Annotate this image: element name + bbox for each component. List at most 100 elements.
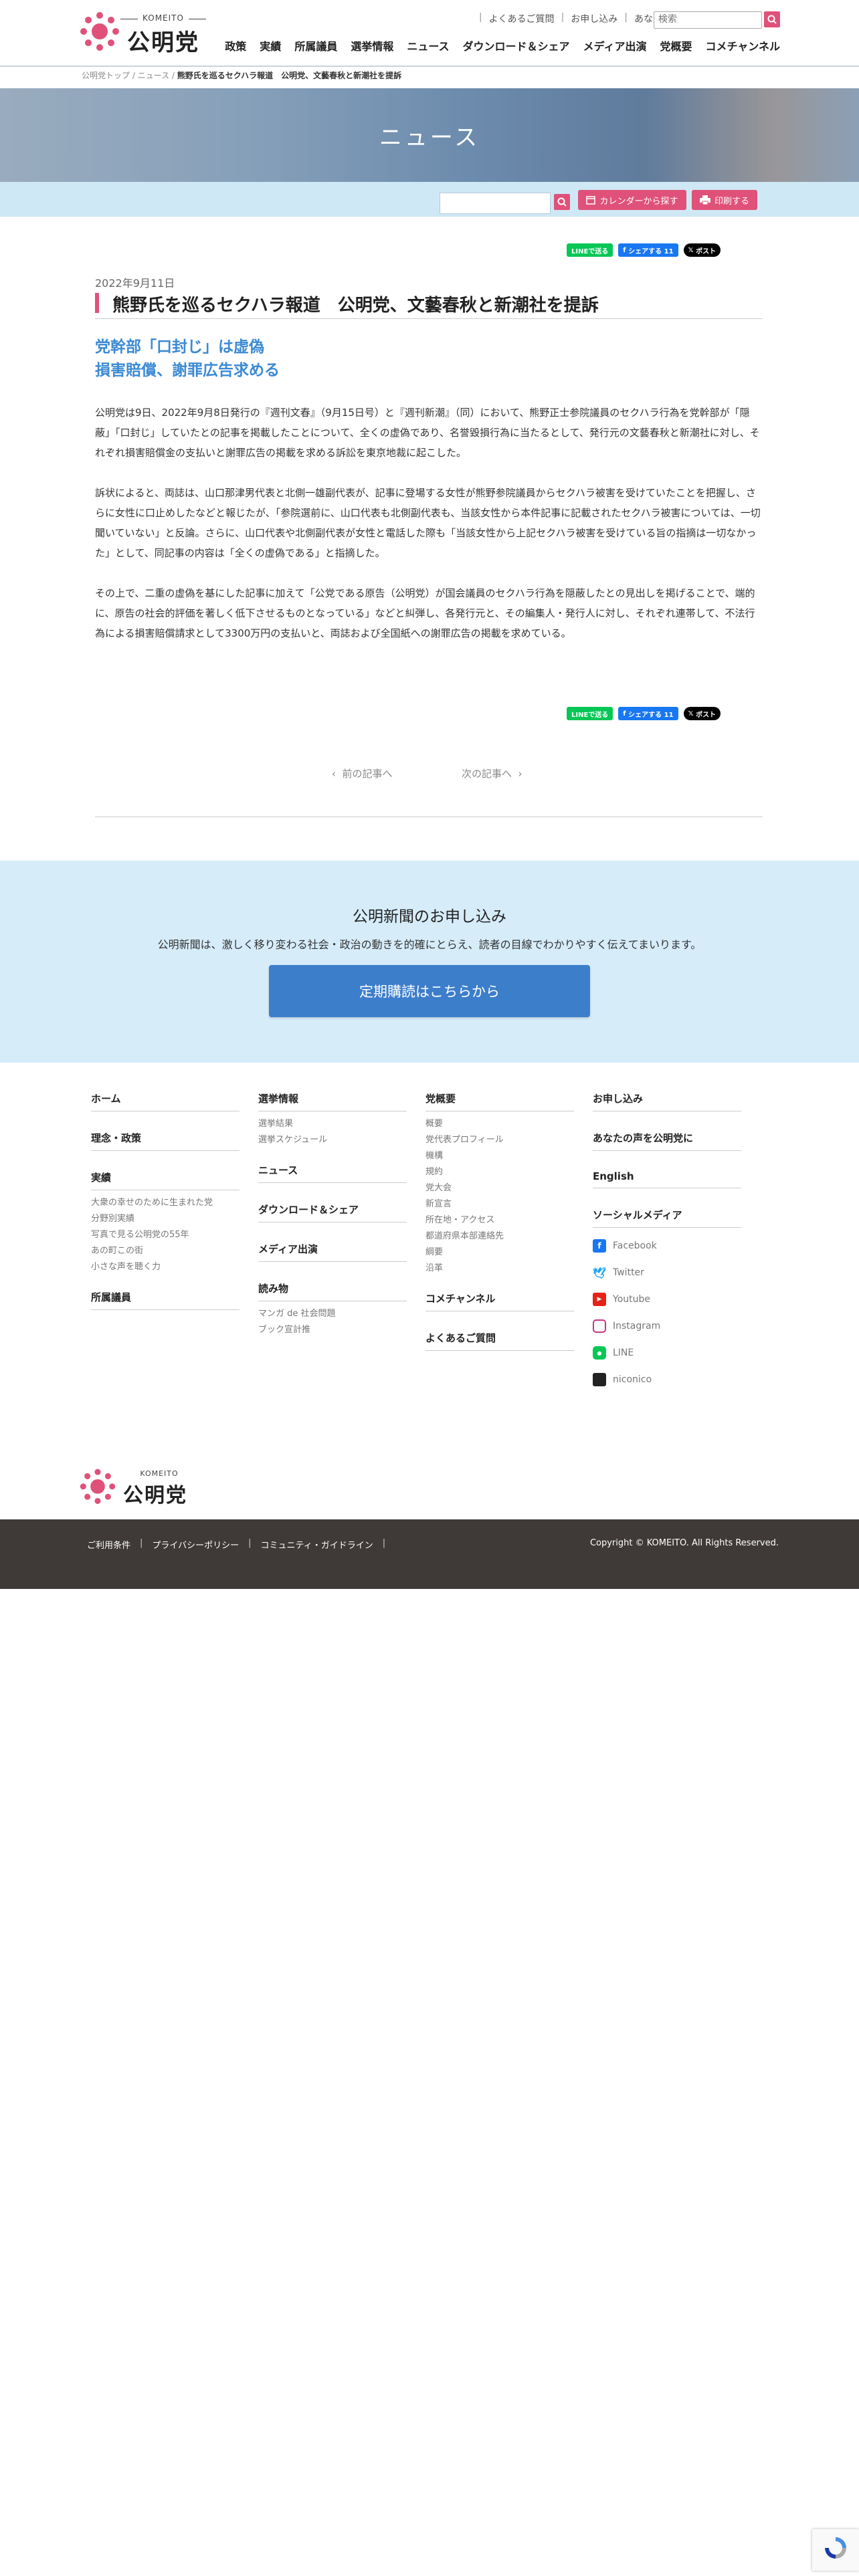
- footer-link[interactable]: 選挙スケジュール: [258, 1132, 407, 1148]
- sns-facebook-link[interactable]: f Facebook: [593, 1232, 741, 1259]
- search-button[interactable]: [764, 11, 780, 27]
- footer-link[interactable]: 分野別実績: [91, 1211, 240, 1227]
- line-share-label: LINEで送る: [571, 247, 609, 255]
- article-paragraph: 公明党は9日、2022年9月8日発行の『週刊文春』（9月15日号）と『週刊新潮』…: [95, 407, 760, 459]
- footer-link[interactable]: 新宣言: [425, 1196, 574, 1212]
- search-icon: [767, 15, 777, 24]
- community-guideline-link[interactable]: コミュニティ・ガイドライン: [261, 1538, 373, 1551]
- footer-news[interactable]: ニュース: [258, 1163, 407, 1183]
- line-share-button[interactable]: LINEで送る: [567, 243, 613, 257]
- footer-link[interactable]: 機構: [425, 1148, 574, 1164]
- site-logo[interactable]: KOMEITO 公明党: [79, 9, 213, 56]
- footer-download[interactable]: ダウンロード＆シェア: [258, 1202, 407, 1222]
- calendar-button[interactable]: カレンダーから探す: [578, 190, 686, 210]
- sns-line-link[interactable]: ● LINE: [593, 1339, 741, 1366]
- footer-faq[interactable]: よくあるご質問: [425, 1331, 574, 1351]
- footer-link[interactable]: 写真で見る公明党の55年: [91, 1227, 240, 1243]
- breadcrumb-sep: /: [130, 71, 138, 80]
- nav-download[interactable]: ダウンロード＆シェア: [463, 37, 570, 53]
- sns-youtube-link[interactable]: ▶ Youtube: [593, 1286, 741, 1313]
- youtube-icon: ▶: [593, 1293, 606, 1306]
- nav-policy[interactable]: 政策: [225, 37, 246, 53]
- footer-link[interactable]: 概要: [425, 1116, 574, 1132]
- footer-link[interactable]: マンガ de 社会問題: [258, 1306, 407, 1322]
- news-search-input[interactable]: [440, 193, 551, 214]
- footer-channel[interactable]: コメチャンネル: [425, 1291, 574, 1311]
- nav-media[interactable]: メディア出演: [583, 37, 647, 53]
- chevron-left-icon: ‹: [332, 768, 343, 780]
- sns-twitter-link[interactable]: 🕊 Twitter: [593, 1259, 741, 1286]
- x-icon: 𝕏: [688, 246, 696, 254]
- footer-home[interactable]: ホーム: [91, 1091, 240, 1111]
- print-button[interactable]: 印刷する: [692, 190, 757, 210]
- footer-link[interactable]: あの町この街: [91, 1243, 240, 1259]
- line-share-button[interactable]: LINEで送る: [567, 707, 613, 720]
- nav-achievements[interactable]: 実績: [260, 37, 281, 53]
- footer-achievements[interactable]: 実績: [91, 1170, 240, 1190]
- x-post-button[interactable]: 𝕏 ポスト: [683, 707, 721, 720]
- footer-logo[interactable]: KOMEITO 公明党: [79, 1467, 213, 1508]
- calendar-icon: [586, 196, 596, 205]
- sns-instagram-link[interactable]: Instagram: [593, 1313, 741, 1339]
- footer-legal-links: ご利用条件 | プライバシーポリシー | コミュニティ・ガイドライン |: [87, 1538, 395, 1551]
- twitter-icon: 🕊: [592, 1266, 607, 1279]
- share-buttons-bottom: LINEで送る f シェアする 11 𝕏 ポスト: [567, 707, 721, 720]
- footer-link[interactable]: 小さな声を聴く力: [91, 1259, 240, 1275]
- footer-link[interactable]: 綱要: [425, 1245, 574, 1261]
- footer-link[interactable]: 所在地・アクセス: [425, 1212, 574, 1228]
- terms-link[interactable]: ご利用条件: [87, 1538, 130, 1551]
- global-nav: 政策 実績 所属議員 選挙情報 ニュース ダウンロード＆シェア メディア出演 党…: [225, 37, 780, 53]
- legal-separator: |: [248, 1538, 252, 1548]
- footer-link[interactable]: 沿革: [425, 1261, 574, 1277]
- footer-policy[interactable]: 理念・政策: [91, 1131, 240, 1151]
- facebook-share-label: シェアする 11: [628, 711, 674, 719]
- breadcrumb-news[interactable]: ニュース: [138, 71, 169, 80]
- article-lead-line: 損害賠償、謝罪広告求める: [95, 362, 280, 379]
- recaptcha-badge[interactable]: [812, 2529, 859, 2571]
- line-icon: ●: [593, 1346, 606, 1360]
- instagram-icon: [593, 1319, 606, 1333]
- nav-election[interactable]: 選挙情報: [351, 37, 393, 53]
- x-post-button[interactable]: 𝕏 ポスト: [683, 243, 721, 257]
- util-link-apply[interactable]: お申し込み: [571, 12, 617, 25]
- facebook-share-button[interactable]: f シェアする 11: [618, 707, 678, 720]
- next-article-link[interactable]: 次の記事へ ›: [462, 766, 522, 780]
- nav-members[interactable]: 所属議員: [294, 37, 337, 53]
- footer-link[interactable]: 選挙結果: [258, 1116, 407, 1132]
- footer-members[interactable]: 所属議員: [91, 1290, 240, 1310]
- footer-link[interactable]: 党代表プロフィール: [425, 1132, 574, 1148]
- news-search-button[interactable]: [554, 194, 570, 210]
- prev-article-link[interactable]: ‹ 前の記事へ: [332, 766, 393, 780]
- search-input[interactable]: [654, 12, 763, 27]
- footer-voice[interactable]: あなたの声を公明党に: [593, 1131, 741, 1151]
- footer-about[interactable]: 党概要: [425, 1091, 574, 1111]
- footer-social: ソーシャルメディア: [593, 1208, 741, 1228]
- footer-bottom-bar: ご利用条件 | プライバシーポリシー | コミュニティ・ガイドライン | Cop…: [0, 1519, 859, 1589]
- page-title: ニュース: [379, 124, 480, 151]
- search-icon: [557, 197, 567, 207]
- facebook-share-label: シェアする 11: [628, 247, 674, 255]
- subscribe-button[interactable]: 定期購読はこちらから: [269, 965, 590, 1017]
- nav-channel[interactable]: コメチャンネル: [705, 37, 780, 53]
- footer-election[interactable]: 選挙情報: [258, 1091, 407, 1111]
- footer-reading[interactable]: 読み物: [258, 1281, 407, 1301]
- util-link-faq[interactable]: よくあるご質問: [489, 12, 555, 25]
- nav-about[interactable]: 党概要: [660, 37, 692, 53]
- footer-link[interactable]: 都道府県本部連絡先: [425, 1228, 574, 1245]
- facebook-share-button[interactable]: f シェアする 11: [618, 243, 678, 257]
- footer-apply[interactable]: お申し込み: [593, 1091, 741, 1111]
- footer-col-4: お申し込み あなたの声を公明党に English ソーシャルメディア f Face…: [593, 1091, 741, 1393]
- breadcrumb-home[interactable]: 公明党トップ: [82, 71, 130, 80]
- search-box: [654, 11, 763, 29]
- footer-media[interactable]: メディア出演: [258, 1242, 407, 1262]
- nav-news[interactable]: ニュース: [407, 37, 449, 53]
- footer-english[interactable]: English: [593, 1170, 741, 1188]
- footer-link[interactable]: 大衆の幸せのために生まれた党: [91, 1195, 240, 1211]
- sns-niconico-link[interactable]: niconico: [593, 1366, 741, 1393]
- footer-link[interactable]: ブック宣計推: [258, 1322, 407, 1338]
- privacy-link[interactable]: プライバシーポリシー: [152, 1538, 239, 1551]
- footer-link[interactable]: 規約: [425, 1164, 574, 1180]
- article-paragraph: その上で、二重の虚偽を基にした記事に加えて「公党である原告（公明党）が国会議員の…: [95, 587, 755, 639]
- footer-link[interactable]: 党大会: [425, 1180, 574, 1196]
- sns-label: niconico: [613, 1374, 652, 1385]
